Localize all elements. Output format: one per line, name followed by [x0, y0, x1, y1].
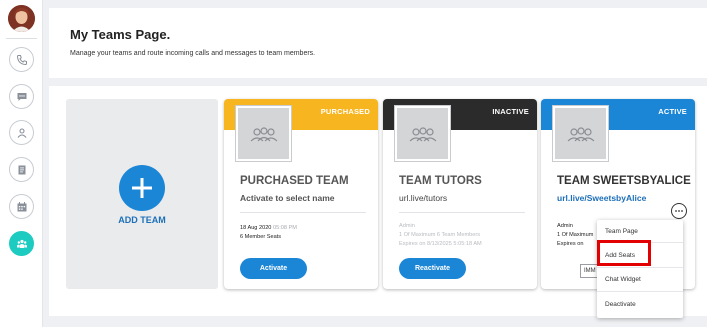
- sidebar-item-documents[interactable]: [9, 157, 34, 182]
- member-seats: 6 Member Seats: [240, 234, 282, 240]
- team-icon: [16, 239, 27, 248]
- team-name: TEAM SWEETSBYALICE: [557, 175, 691, 187]
- phone-icon: [16, 54, 27, 65]
- plus-icon: [132, 178, 152, 198]
- avatar[interactable]: [8, 5, 35, 32]
- sidebar-item-messages[interactable]: [9, 84, 34, 109]
- sidebar-divider: [6, 38, 37, 39]
- person-icon: [17, 127, 26, 138]
- team-members: 1 Of Maximum: [557, 232, 594, 238]
- sidebar-item-calendar[interactable]: [9, 194, 34, 219]
- menu-divider: [597, 291, 683, 292]
- team-subtitle: Activate to select name: [240, 193, 335, 203]
- page-subtitle: Manage your teams and route incoming cal…: [70, 50, 316, 57]
- team-url[interactable]: url.live/tutors: [399, 193, 447, 203]
- team-url[interactable]: url.live/SweetsbyAlice: [557, 193, 646, 203]
- menu-item-team-page[interactable]: Team Page: [605, 228, 638, 235]
- purchase-date-value: 18 Aug 2020: [240, 225, 272, 231]
- reactivate-button[interactable]: Reactivate: [399, 258, 466, 279]
- sidebar-item-calls[interactable]: [9, 47, 34, 72]
- group-icon: [409, 126, 436, 141]
- team-options-menu: Team Page Add Seats Chat Widget Deactiva…: [597, 220, 683, 318]
- team-card-inactive: INACTIVE TEAM TUTORS url.live/tutors Adm…: [383, 99, 537, 289]
- card-divider: [240, 212, 366, 213]
- menu-divider: [597, 267, 683, 268]
- highlight-box: [597, 240, 651, 266]
- sidebar-item-contacts[interactable]: [9, 120, 34, 145]
- group-icon: [567, 126, 594, 141]
- team-role: Admin: [557, 223, 573, 229]
- status-badge: INACTIVE: [492, 107, 529, 116]
- purchase-date: 18 Aug 2020 05:08 PM: [240, 225, 297, 231]
- team-photo: [236, 106, 291, 161]
- page-title: My Teams Page.: [70, 27, 171, 42]
- sidebar-item-teams[interactable]: [9, 231, 34, 256]
- team-role: Admin: [399, 223, 415, 229]
- activate-button[interactable]: Activate: [240, 258, 307, 279]
- team-photo: [395, 106, 450, 161]
- avatar-image: [8, 5, 35, 32]
- card-divider: [399, 212, 525, 213]
- team-expiry: Expires on 8/13/2025 5:05:18 AM: [399, 241, 482, 247]
- sidebar: [0, 0, 43, 327]
- more-icon: [675, 210, 683, 212]
- status-badge: ACTIVE: [658, 107, 687, 116]
- more-options-button[interactable]: [671, 203, 687, 219]
- add-team-label: ADD TEAM: [118, 215, 166, 225]
- page-header: My Teams Page. Manage your teams and rou…: [49, 8, 707, 78]
- team-card-purchased: PURCHASED PURCHASED TEAM Activate to sel…: [224, 99, 378, 289]
- team-expiry: Expires on: [557, 241, 584, 247]
- add-team-button[interactable]: [119, 165, 165, 211]
- team-name: TEAM TUTORS: [399, 175, 482, 187]
- add-team-tile[interactable]: ADD TEAM: [66, 99, 218, 289]
- document-icon: [18, 165, 25, 174]
- team-photo: [553, 106, 608, 161]
- chat-icon: [17, 92, 26, 101]
- status-badge: PURCHASED: [320, 107, 370, 116]
- menu-item-deactivate[interactable]: Deactivate: [605, 301, 636, 308]
- team-members: 1 Of Maximum 6 Team Members: [399, 232, 481, 238]
- menu-item-chat-widget[interactable]: Chat Widget: [605, 276, 641, 283]
- team-name: PURCHASED TEAM: [240, 175, 349, 187]
- group-icon: [250, 126, 277, 141]
- purchase-time: 05:08 PM: [272, 225, 297, 231]
- calendar-icon: [17, 201, 26, 211]
